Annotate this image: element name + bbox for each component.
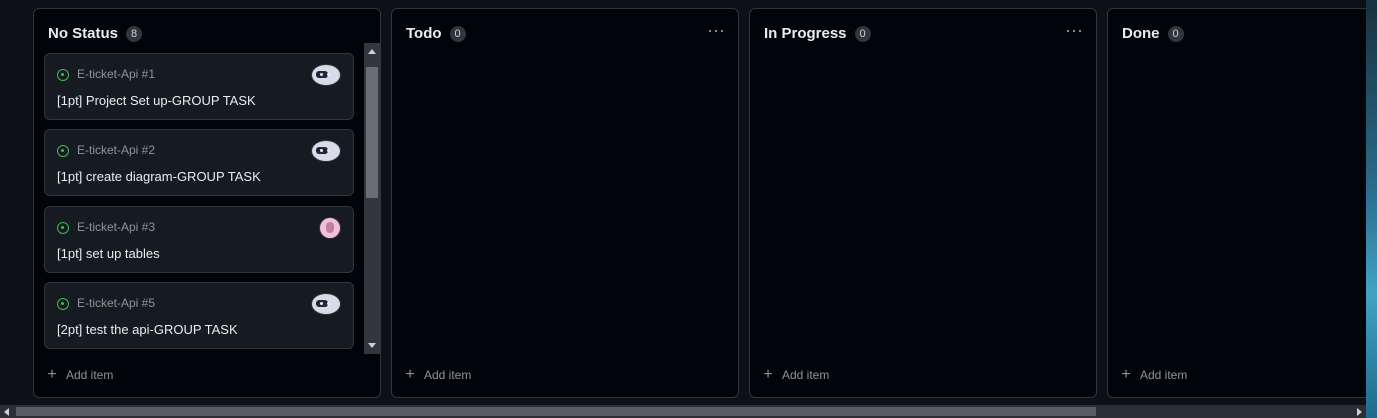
column-title: No Status [48,25,119,42]
column-scrollbar[interactable] [364,43,380,354]
avatar-icon[interactable] [319,217,341,239]
column-in-progress: In Progress 0 ⋯ + Add item [749,8,1097,398]
project-board: No Status 8 E-ticket-Api #1 [1pt] Projec… [0,0,1366,405]
card-repo-link[interactable]: E-ticket-Api #2 [77,143,155,157]
card-title[interactable]: [1pt] create diagram-GROUP TASK [57,169,261,184]
column-count-badge: 8 [126,25,143,42]
plus-icon: + [763,366,773,383]
issue-open-icon [57,145,69,157]
card-title[interactable]: [1pt] Project Set up-GROUP TASK [57,93,256,108]
column-title: Todo [406,25,442,42]
more-options-icon[interactable]: ⋯ [707,21,726,42]
column-count-badge: 0 [1167,25,1184,42]
plus-icon: + [47,366,57,383]
add-item-button[interactable]: + Add item [760,366,829,384]
card-repo-link[interactable]: E-ticket-Api #5 [77,296,155,310]
plus-icon: + [405,366,415,383]
issue-open-icon [57,222,69,234]
scroll-left-arrow[interactable] [4,408,9,416]
avatar-icon[interactable] [311,140,341,162]
add-item-label: Add item [782,368,830,382]
add-item-button[interactable]: + Add item [44,366,113,384]
plus-icon: + [1121,366,1131,383]
add-item-button[interactable]: + Add item [402,366,471,384]
horizontal-scrollbar[interactable] [0,405,1366,418]
card-title[interactable]: [1pt] set up tables [57,246,160,261]
column-header: In Progress 0 [764,25,871,42]
column-title: In Progress [764,25,847,42]
column-done: Done 0 + Add item [1107,8,1366,398]
avatar-icon[interactable] [311,64,341,86]
desktop-background-strip [1366,0,1377,418]
add-item-button[interactable]: + Add item [1118,366,1187,384]
column-no-status: No Status 8 E-ticket-Api #1 [1pt] Projec… [33,8,381,398]
column-title: Done [1122,25,1160,42]
avatar-icon[interactable] [311,293,341,315]
column-header: Todo 0 [406,25,466,42]
card-item[interactable]: E-ticket-Api #3 [1pt] set up tables [44,206,354,273]
card-repo-link[interactable]: E-ticket-Api #1 [77,67,155,81]
scroll-up-arrow[interactable] [368,49,376,54]
column-count-badge: 0 [854,25,871,42]
column-header: Done 0 [1122,25,1184,42]
card-title[interactable]: [2pt] test the api-GROUP TASK [57,322,238,337]
scroll-thumb[interactable] [366,67,378,198]
card-item[interactable]: E-ticket-Api #2 [1pt] create diagram-GRO… [44,129,354,196]
add-item-label: Add item [424,368,472,382]
column-count-badge: 0 [449,25,466,42]
card-item[interactable]: E-ticket-Api #5 [2pt] test the api-GROUP… [44,282,354,349]
issue-open-icon [57,69,69,81]
issue-open-icon [57,298,69,310]
card-item[interactable]: E-ticket-Api #1 [1pt] Project Set up-GRO… [44,53,354,120]
scroll-right-arrow[interactable] [1357,408,1362,416]
more-options-icon[interactable]: ⋯ [1065,21,1084,42]
horizontal-scroll-thumb[interactable] [16,407,1096,416]
card-repo-link[interactable]: E-ticket-Api #3 [77,220,155,234]
add-item-label: Add item [1140,368,1188,382]
column-header: No Status 8 [48,25,143,42]
column-todo: Todo 0 ⋯ + Add item [391,8,739,398]
add-item-label: Add item [66,368,114,382]
scroll-down-arrow[interactable] [368,343,376,348]
